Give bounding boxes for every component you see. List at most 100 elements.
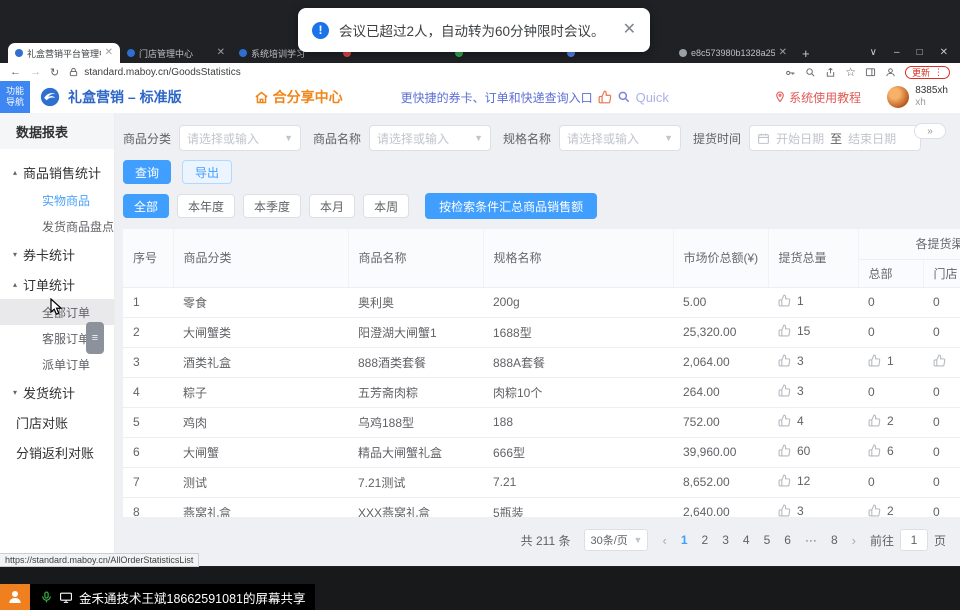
page-number[interactable]: 6 (784, 533, 791, 547)
back-icon[interactable]: ← (10, 66, 21, 78)
range-tab[interactable]: 本月 (309, 194, 355, 218)
sidebar-item[interactable]: 门店对账 (0, 407, 114, 437)
page-number[interactable]: 8 (831, 533, 838, 547)
page-number[interactable]: 1 (681, 533, 688, 547)
sidebar-collapse-handle[interactable]: ≡ (86, 322, 104, 354)
col-header-name: 商品名称 (348, 229, 483, 287)
user-menu[interactable]: 8385xh xh (887, 85, 948, 109)
chrome-update-button[interactable]: 更新 ⋮ (905, 66, 950, 79)
sidebar-item[interactable]: 派单订单 (0, 351, 114, 377)
filter-collapse-button[interactable]: » (914, 123, 946, 139)
range-tab[interactable]: 本年度 (177, 194, 235, 218)
sidebar-item[interactable]: 发货商品盘点 (0, 213, 114, 239)
filter-select[interactable]: 请选择或输入 ▼ (559, 125, 681, 151)
table-row: 6 大闸蟹 精品大闸蟹礼盒 666型 39,960.00 60 6 (123, 437, 960, 467)
sidebar-item[interactable]: ▴ 订单统计 (0, 269, 114, 299)
pickup-hand-icon[interactable] (868, 354, 881, 370)
pickup-hand-icon[interactable] (778, 294, 791, 310)
cell-pickup-store: 0 (923, 497, 960, 517)
pickup-hand-icon[interactable] (778, 444, 791, 460)
sidebar-item[interactable]: 分销返利对账 (0, 437, 114, 467)
browser-tab[interactable]: 门店管理中心 ✕ (120, 43, 232, 63)
page-size-select[interactable]: 30条/页 ▼ (584, 529, 648, 551)
address-box[interactable]: standard.maboy.cn/GoodsStatistics (68, 67, 241, 78)
tab-close-icon[interactable]: ✕ (779, 48, 787, 58)
cell-pickup-store: 0 (923, 287, 960, 317)
window-menu-icon[interactable]: ∨ (870, 47, 877, 58)
page-title: 礼盒营销 – 标准版 (68, 87, 182, 107)
range-tab[interactable]: 本周 (363, 194, 409, 218)
pickup-hand-icon[interactable] (778, 324, 791, 340)
cell-name: 888酒类套餐 (348, 347, 483, 377)
window-minimize-button[interactable]: – (894, 47, 900, 58)
function-nav-button[interactable]: 功能 导航 (0, 81, 30, 113)
forward-icon[interactable]: → (30, 66, 41, 78)
browser-tab[interactable]: 礼盒营销平台管理中心 ✕ (8, 43, 120, 63)
page-number[interactable]: 5 (764, 533, 771, 547)
profile-icon[interactable] (885, 67, 896, 78)
page-number[interactable]: ··· (805, 533, 817, 547)
filter-label: 规格名称 (503, 130, 551, 147)
prev-page-button[interactable]: ‹ (662, 533, 666, 548)
pickup-hand-icon[interactable] (933, 354, 946, 370)
browser-tab[interactable]: e8c573980b1328a258fd2e6 ✕ (672, 43, 794, 63)
quick-entry-link[interactable]: 更快捷的券卡、订单和快递查询入口 Quick (401, 89, 669, 106)
tab-favicon (15, 49, 23, 57)
table-scroll-area[interactable]: 序号 商品分类 商品名称 规格名称 市场价总额(¥) 提货总量 各提货渠道 总部… (123, 229, 960, 517)
url-text: standard.maboy.cn/GoodsStatistics (84, 67, 241, 78)
col-header-store: 门店 (923, 259, 960, 287)
cell-price: 2,640.00 (673, 497, 768, 517)
pickup-hand-icon[interactable] (778, 384, 791, 400)
goto-page-input[interactable] (900, 529, 928, 551)
page-number[interactable]: 3 (722, 533, 729, 547)
toast-message: 会议已超过2人，自动转为60分钟限时会议。 (339, 20, 605, 40)
reload-icon[interactable]: ↻ (50, 66, 59, 79)
export-button[interactable]: 导出 (182, 160, 232, 184)
page-number[interactable]: 4 (743, 533, 750, 547)
sidebar-item[interactable]: ▾ 发货统计 (0, 377, 114, 407)
pickup-hand-icon[interactable] (778, 354, 791, 370)
cell-category: 燕窝礼盒 (173, 497, 348, 517)
table-row: 4 粽子 五芳斋肉粽 肉粽10个 264.00 3 0 (123, 377, 960, 407)
summary-button[interactable]: 按检索条件汇总商品销售额 (425, 193, 597, 219)
kebab-menu-icon[interactable]: ⋮ (934, 67, 943, 78)
sidebar-item[interactable]: ▾ 券卡统计 (0, 239, 114, 269)
sidebar-item[interactable]: ▴ 商品销售统计 (0, 157, 114, 187)
filter-select[interactable]: 请选择或输入 ▼ (369, 125, 491, 151)
query-button[interactable]: 查询 (123, 160, 171, 184)
date-range-picker[interactable]: 开始日期 至 结束日期 (749, 125, 921, 151)
pickup-hand-icon[interactable] (778, 414, 791, 430)
window-close-button[interactable]: ✕ (940, 47, 948, 58)
pickup-hand-icon[interactable] (868, 504, 881, 517)
pickup-hand-icon[interactable] (868, 444, 881, 460)
tab-close-icon[interactable]: ✕ (217, 48, 225, 58)
sidebar-item[interactable]: 实物商品 (0, 187, 114, 213)
side-panel-icon[interactable] (865, 67, 876, 78)
share-center-link[interactable]: 合分享中心 (254, 87, 343, 107)
page-number[interactable]: 2 (702, 533, 709, 547)
range-tab[interactable]: 全部 (123, 194, 169, 218)
share-icon[interactable] (825, 67, 836, 78)
col-header-category: 商品分类 (173, 229, 348, 287)
tab-close-icon[interactable]: ✕ (105, 48, 113, 58)
pickup-hand-icon[interactable] (778, 504, 791, 517)
username: 8385xh (915, 85, 948, 97)
sidebar-title: 数据报表 (0, 113, 114, 149)
cell-pickup-total: 1 (768, 287, 858, 317)
new-tab-button[interactable]: + (802, 46, 810, 61)
range-tab[interactable]: 本季度 (243, 194, 301, 218)
next-page-button[interactable]: › (852, 533, 856, 548)
screen-share-bar: 金禾通技术王斌18662591081的屏幕共享 (0, 584, 315, 610)
tutorial-link[interactable]: 系统使用教程 (774, 89, 861, 106)
pickup-hand-icon[interactable] (868, 414, 881, 430)
chevron-down-icon: ▼ (474, 133, 483, 143)
filter-select[interactable]: 请选择或输入 ▼ (179, 125, 301, 151)
toast-close-icon[interactable]: ✕ (623, 22, 636, 38)
window-maximize-button[interactable]: □ (917, 47, 923, 58)
zoom-icon[interactable] (805, 67, 816, 78)
pickup-hand-icon[interactable] (778, 474, 791, 490)
bookmark-star-icon[interactable]: ☆ (845, 65, 856, 79)
pickup-hq-value: 6 (887, 444, 894, 458)
key-icon[interactable] (785, 67, 796, 78)
chevron-down-icon: ▼ (284, 133, 293, 143)
